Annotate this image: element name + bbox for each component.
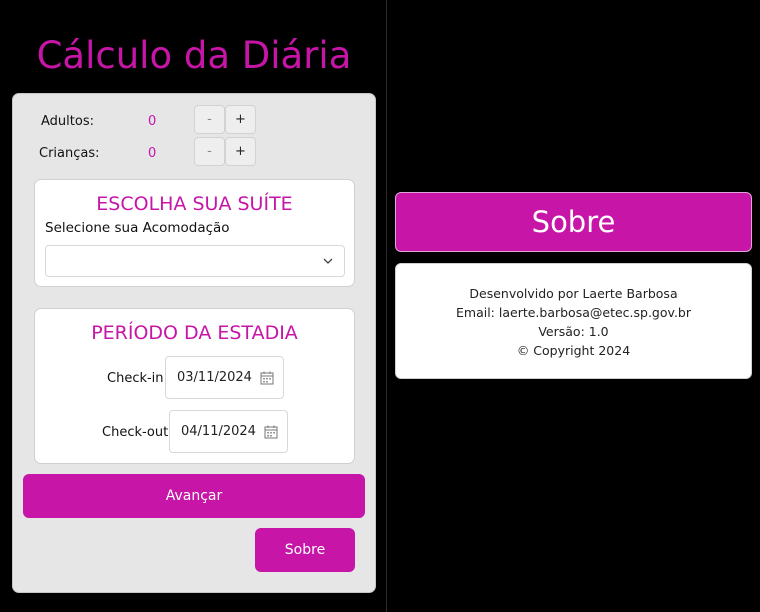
- children-decrement-button[interactable]: -: [194, 137, 225, 166]
- next-button[interactable]: Avançar: [23, 474, 365, 518]
- about-copyright: © Copyright 2024: [516, 343, 631, 358]
- suite-heading: ESCOLHA SUA SUÍTE: [96, 193, 293, 215]
- stay-period-card: PERÍODO DA ESTADIA Check-in: 03/11/2024 …: [34, 308, 355, 464]
- children-value: 0: [148, 146, 157, 161]
- adults-label: Adultos:: [41, 114, 94, 129]
- about-button[interactable]: Sobre: [255, 528, 355, 572]
- checkin-date-value: 03/11/2024: [177, 370, 252, 385]
- calendar-icon: [260, 371, 274, 385]
- page-title: Cálculo da Diária: [36, 34, 352, 77]
- about-email: Email: laerte.barbosa@etec.sp.gov.br: [456, 305, 691, 320]
- chevron-down-icon: [323, 258, 333, 264]
- calendar-icon: [264, 425, 278, 439]
- pane-divider: [386, 0, 387, 612]
- about-developer: Desenvolvido por Laerte Barbosa: [469, 286, 678, 301]
- adults-increment-button[interactable]: +: [225, 105, 256, 134]
- suite-prompt: Selecione sua Acomodação: [45, 220, 230, 236]
- checkin-label: Check-in:: [107, 371, 168, 386]
- suite-select[interactable]: [45, 245, 345, 277]
- checkout-label: Check-out:: [102, 425, 173, 440]
- children-increment-button[interactable]: +: [225, 137, 256, 166]
- adults-value: 0: [148, 114, 157, 129]
- booking-panel: Adultos: 0 - + Crianças: 0 - + ESCOLHA S…: [12, 93, 376, 593]
- about-card: Desenvolvido por Laerte Barbosa Email: l…: [395, 263, 752, 379]
- checkout-date-picker[interactable]: 04/11/2024: [169, 410, 288, 453]
- checkin-date-picker[interactable]: 03/11/2024: [165, 356, 284, 399]
- adults-decrement-button[interactable]: -: [194, 105, 225, 134]
- checkout-date-value: 04/11/2024: [181, 424, 256, 439]
- stay-heading: PERÍODO DA ESTADIA: [91, 322, 298, 344]
- suite-card: ESCOLHA SUA SUÍTE Selecione sua Acomodaç…: [34, 179, 355, 287]
- about-heading: Sobre: [395, 192, 752, 252]
- children-label: Crianças:: [39, 146, 100, 161]
- about-version: Versão: 1.0: [538, 324, 609, 339]
